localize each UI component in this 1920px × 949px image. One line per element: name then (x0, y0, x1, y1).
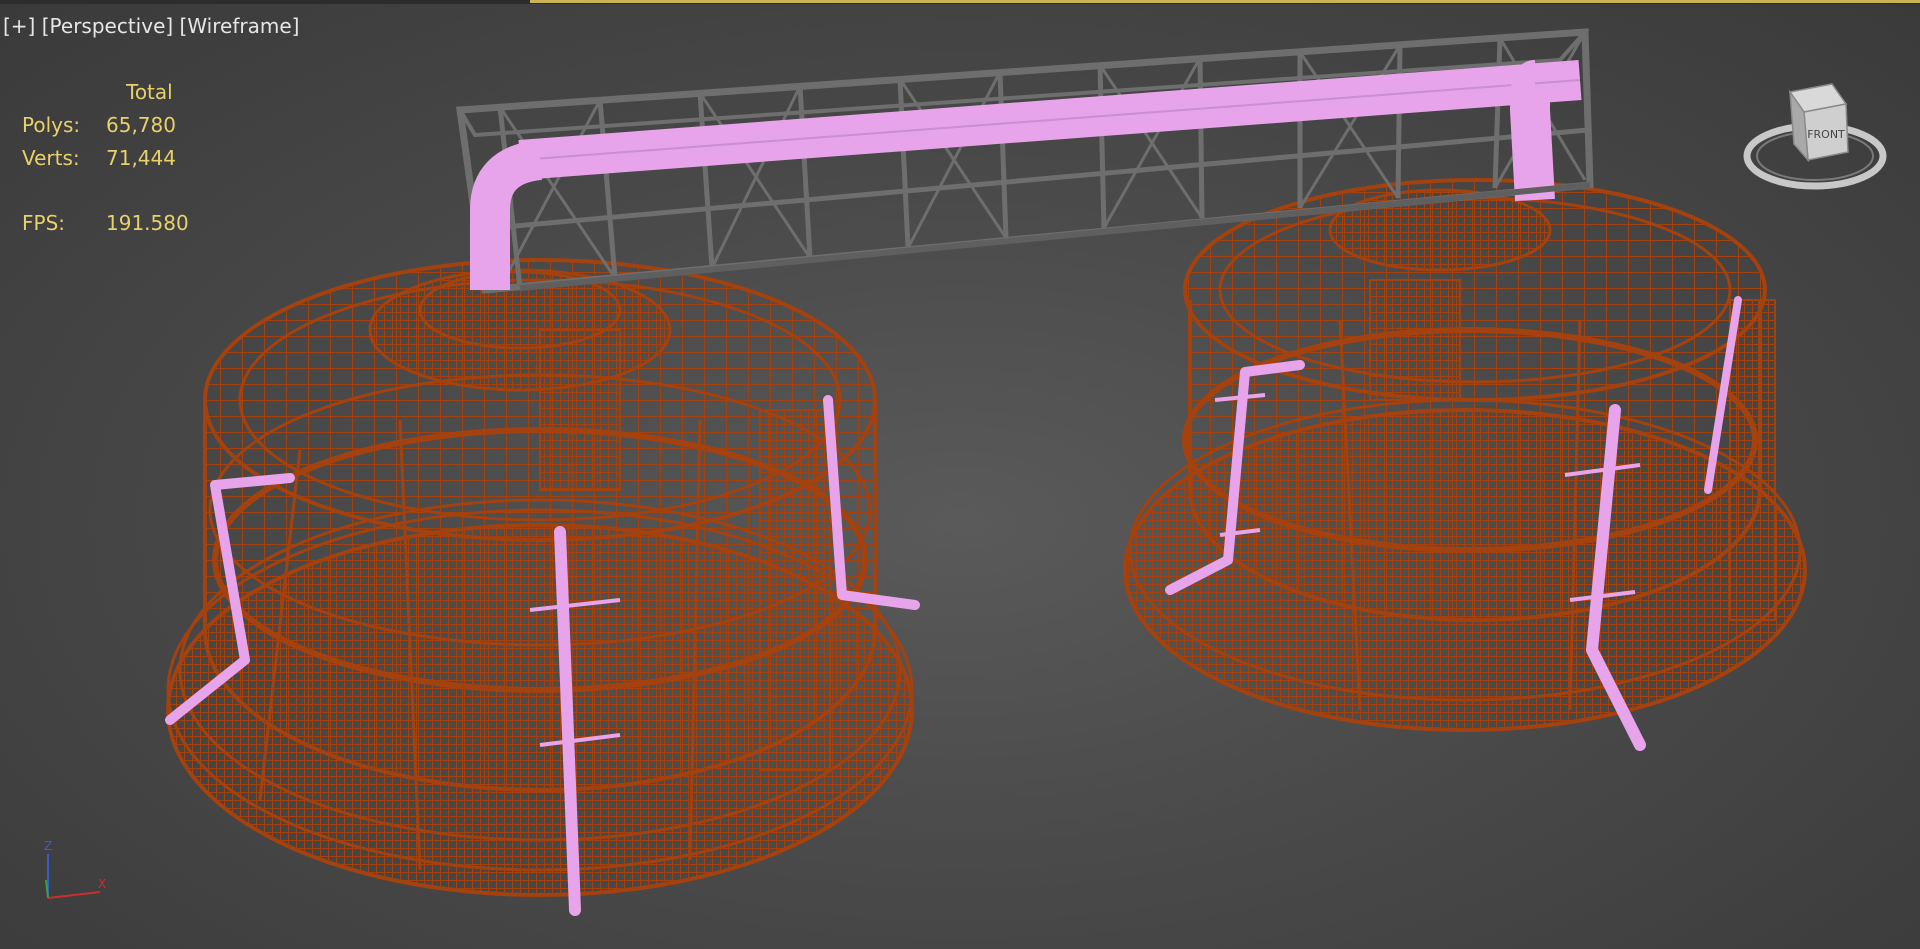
tank-right[interactable] (1123, 178, 1807, 732)
viewport-point-of-view-menu[interactable]: [Perspective] (42, 14, 173, 38)
fps-value: 191.580 (106, 211, 189, 235)
tank-left[interactable] (166, 258, 914, 897)
perspective-viewport[interactable]: [+] [Perspective] [Wireframe] Total Poly… (0, 0, 1920, 949)
axis-x-label: X (98, 877, 106, 891)
viewport-statistics: Total Polys: 65,780 Verts: 71,444 FPS: 191.… (22, 76, 189, 240)
wireframe-scene[interactable] (0, 0, 1920, 949)
viewcube-icon[interactable]: FRONT (1740, 74, 1890, 194)
viewport-shading-menu[interactable]: [Wireframe] (180, 14, 300, 38)
fps-label: FPS: (22, 211, 65, 235)
viewcube-face-label: FRONT (1807, 128, 1845, 141)
stats-header: Total (126, 80, 173, 104)
polys-label: Polys: (22, 113, 81, 137)
verts-label: Verts: (22, 146, 80, 170)
polys-value: 65,780 (106, 113, 176, 137)
verts-value: 71,444 (106, 146, 176, 170)
viewport-general-menu[interactable]: [+] (3, 14, 35, 38)
axis-tripod-icon: Z X (44, 839, 106, 899)
axis-z-label: Z (44, 839, 52, 853)
viewport-label-menu: [+] [Perspective] [Wireframe] (3, 14, 299, 38)
